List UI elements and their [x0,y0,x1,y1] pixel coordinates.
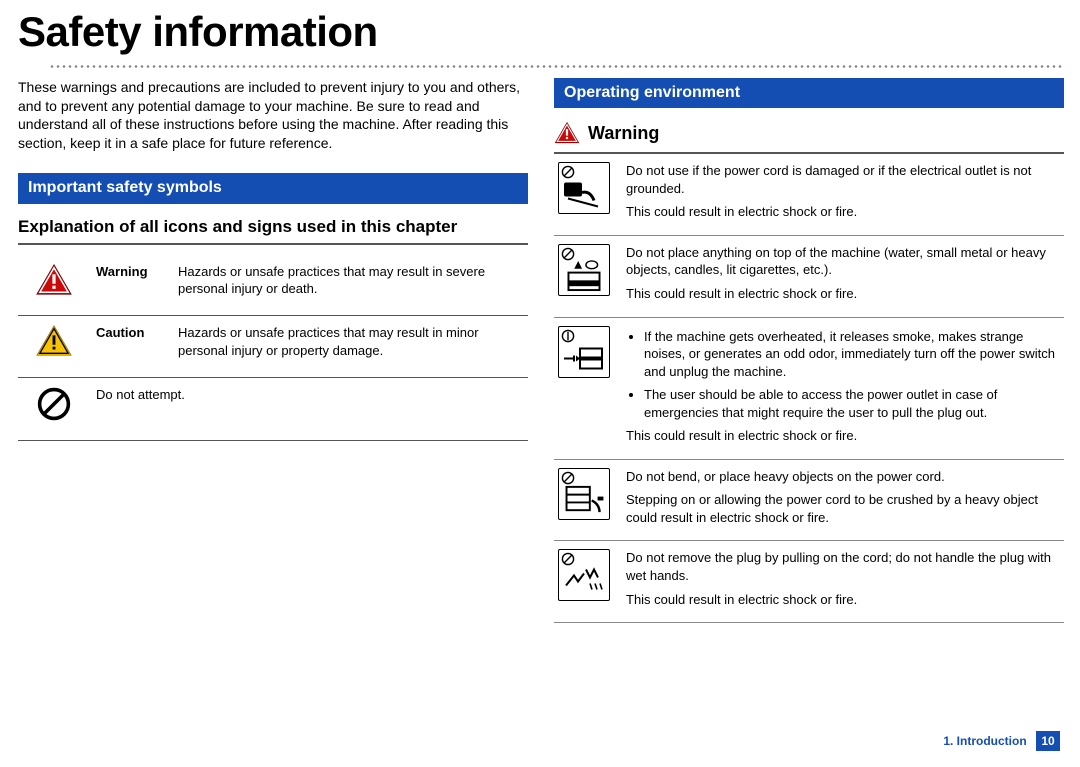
env-row-bullet: If the machine gets overheated, it relea… [644,328,1060,381]
environment-table: Do not use if the power cord is damaged … [554,152,1064,623]
table-row: Do not place anything on top of the mach… [554,235,1064,317]
table-row: Caution Hazards or unsafe practices that… [18,316,528,378]
warning-heading-label: Warning [588,121,659,145]
env-row-result: This could result in electric shock or f… [626,203,1060,221]
env-row-text: Do not remove the plug by pulling on the… [626,549,1060,584]
warning-heading: Warning [554,120,1064,146]
do-not-place-on-top-icon [558,244,610,296]
title-rule [50,65,1062,68]
page-footer: 1. Introduction 10 [943,731,1060,751]
footer-page-number: 10 [1036,731,1060,751]
section-head-symbols: Important safety symbols [18,173,528,204]
warning-triangle-icon [35,263,73,297]
symbols-table: Warning Hazards or unsafe practices that… [18,255,528,442]
page-title: Safety information [18,4,1062,61]
env-row-text: Do not place anything on top of the mach… [626,244,1060,279]
env-row-text: Do not use if the power cord is damaged … [626,162,1060,197]
caution-triangle-icon [35,324,73,358]
table-row: Do not use if the power cord is damaged … [554,153,1064,235]
table-row: If the machine gets overheated, it relea… [554,317,1064,459]
env-row-result: Stepping on or allowing the power cord t… [626,491,1060,526]
row-label: Caution [90,316,172,378]
prohibition-icon [36,386,72,422]
do-not-bend-cord-icon [558,468,610,520]
table-row: Do not attempt. [18,377,528,441]
table-row: Warning Hazards or unsafe practices that… [18,255,528,316]
env-row-text: Do not bend, or place heavy objects on t… [626,468,1060,486]
row-label: Warning [90,255,172,316]
do-not-damaged-cord-icon [558,162,610,214]
env-row-result: This could result in electric shock or f… [626,591,1060,609]
row-desc: Hazards or unsafe practices that may res… [172,255,528,316]
subhead-rule [18,243,528,245]
warning-triangle-icon [554,120,580,146]
table-row: Do not bend, or place heavy objects on t… [554,459,1064,541]
row-desc: Do not attempt. [90,377,528,441]
right-column: Operating environment Warning [554,78,1064,623]
table-row: Do not remove the plug by pulling on the… [554,541,1064,623]
env-row-result: This could result in electric shock or f… [626,427,1060,445]
left-column: These warnings and precautions are inclu… [18,78,528,623]
row-desc: Hazards or unsafe practices that may res… [172,316,528,378]
do-not-pull-cord-wet-hands-icon [558,549,610,601]
intro-text: These warnings and precautions are inclu… [18,78,528,154]
env-row-bullet: The user should be able to access the po… [644,386,1060,421]
footer-chapter: 1. Introduction [943,734,1026,748]
subhead-explanation: Explanation of all icons and signs used … [18,216,528,239]
section-head-environment: Operating environment [554,78,1064,109]
env-row-result: This could result in electric shock or f… [626,285,1060,303]
overheat-unplug-icon [558,326,610,378]
